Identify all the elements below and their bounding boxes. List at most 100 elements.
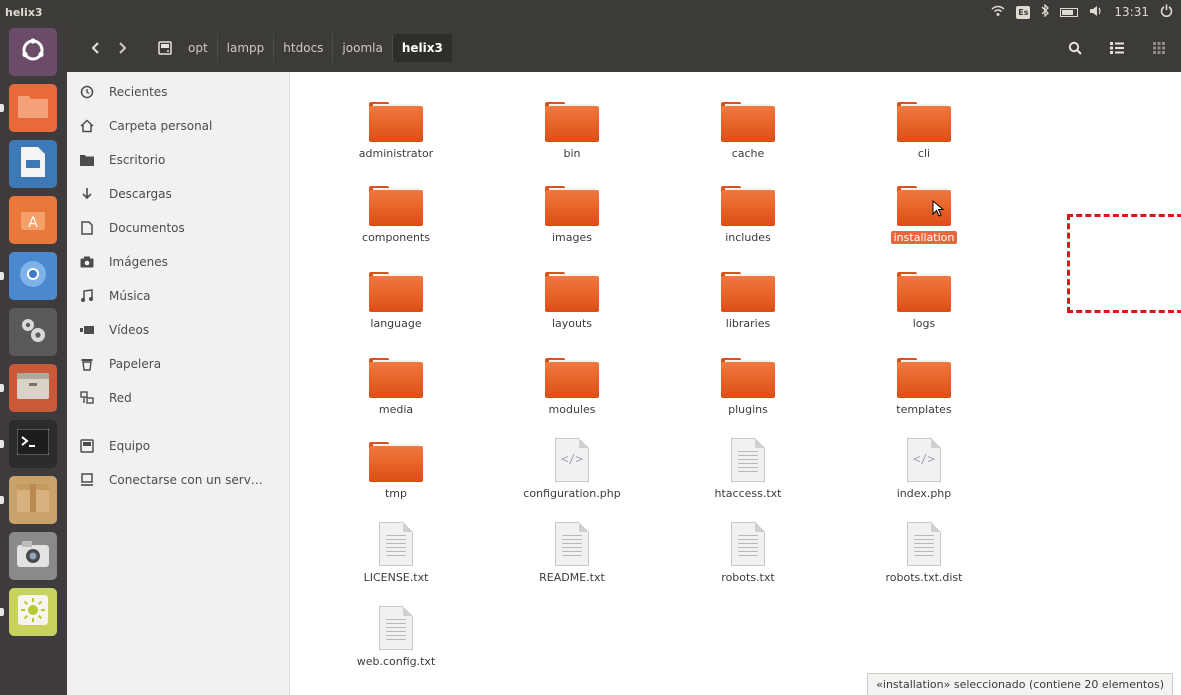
software-center-icon: A bbox=[19, 204, 47, 236]
text-file-icon bbox=[731, 522, 765, 566]
file-item[interactable]: LICENSE.txt bbox=[326, 520, 466, 604]
folder-item[interactable]: administrator bbox=[326, 96, 466, 180]
file-item[interactable]: web.config.txt bbox=[326, 604, 466, 688]
folder-item[interactable]: cli bbox=[854, 96, 994, 180]
folder-item[interactable]: installation bbox=[854, 180, 994, 264]
sidebar-item-conectarse-con-un-serv[interactable]: Conectarse con un serv… bbox=[79, 468, 263, 492]
sidebar-item-equipo[interactable]: Equipo bbox=[79, 434, 150, 458]
mouse-cursor-icon bbox=[932, 199, 945, 221]
power-icon[interactable] bbox=[1160, 4, 1173, 20]
breadcrumb-helix3[interactable]: helix3 bbox=[391, 34, 452, 62]
libreoffice-writer-launcher-button[interactable] bbox=[9, 140, 57, 188]
folder-item[interactable]: tmp bbox=[326, 436, 466, 520]
sidebar-item-red[interactable]: Red bbox=[79, 386, 132, 410]
sidebar-item-videos[interactable]: Vídeos bbox=[79, 318, 149, 342]
file-name-label: web.config.txt bbox=[356, 655, 436, 668]
file-name-label: libraries bbox=[725, 317, 771, 330]
back-button[interactable] bbox=[81, 34, 109, 62]
breadcrumb-opt[interactable]: opt bbox=[179, 34, 217, 62]
battery-icon[interactable] bbox=[1060, 7, 1079, 17]
launcher: A bbox=[0, 24, 67, 695]
file-item[interactable]: robots.txt.dist bbox=[854, 520, 994, 604]
file-name-label: logs bbox=[912, 317, 936, 330]
archive-manager-launcher-button[interactable] bbox=[9, 364, 57, 412]
folder-item[interactable]: bin bbox=[502, 96, 642, 180]
breadcrumb-lampp[interactable]: lampp bbox=[216, 34, 274, 62]
folder-item[interactable]: media bbox=[326, 352, 466, 436]
folder-icon bbox=[369, 272, 423, 312]
desktop-folder-icon bbox=[79, 152, 95, 168]
chromium-launcher-button[interactable] bbox=[9, 252, 57, 300]
sidebar-item-imagenes[interactable]: Imágenes bbox=[79, 250, 168, 274]
running-indicator bbox=[0, 272, 4, 280]
file-name-label: htaccess.txt bbox=[714, 487, 782, 500]
forward-button[interactable] bbox=[109, 34, 137, 62]
folder-icon bbox=[369, 358, 423, 398]
drive-icon[interactable] bbox=[151, 34, 179, 62]
sidebar-item-papelera[interactable]: Papelera bbox=[79, 352, 161, 376]
folder-item[interactable]: includes bbox=[678, 180, 818, 264]
folder-icon bbox=[545, 186, 599, 226]
folder-item[interactable]: language bbox=[326, 266, 466, 350]
grid-view-button[interactable] bbox=[1145, 34, 1173, 62]
file-item[interactable]: htaccess.txt bbox=[678, 436, 818, 520]
video-icon bbox=[79, 322, 95, 338]
package-icon bbox=[17, 484, 49, 516]
folder-item[interactable]: plugins bbox=[678, 352, 818, 436]
search-button[interactable] bbox=[1061, 34, 1089, 62]
file-name-label: cache bbox=[731, 147, 765, 160]
breadcrumb-joomla[interactable]: joomla bbox=[332, 34, 391, 62]
sidebar-item-musica[interactable]: Música bbox=[79, 284, 151, 308]
folder-item[interactable]: logs bbox=[854, 266, 994, 350]
camera-icon bbox=[17, 541, 49, 571]
file-item[interactable]: README.txt bbox=[502, 520, 642, 604]
system-settings-launcher-button[interactable] bbox=[9, 308, 57, 356]
sidebar-item-recientes[interactable]: Recientes bbox=[79, 80, 167, 104]
server-icon bbox=[79, 472, 95, 488]
file-item[interactable]: </> configuration.php bbox=[502, 436, 642, 520]
libreoffice-writer-icon bbox=[21, 147, 45, 181]
archive-manager-icon bbox=[17, 373, 49, 403]
brightness-icon bbox=[18, 595, 48, 629]
list-view-button[interactable] bbox=[1103, 34, 1131, 62]
bluetooth-icon[interactable] bbox=[1041, 3, 1050, 20]
sidebar-item-escritorio[interactable]: Escritorio bbox=[79, 148, 165, 172]
chevron-right-icon bbox=[119, 42, 127, 54]
volume-icon[interactable] bbox=[1089, 5, 1103, 20]
breadcrumb-htdocs[interactable]: htdocs bbox=[273, 34, 332, 62]
ubuntu-dash-launcher-button[interactable] bbox=[9, 28, 57, 76]
terminal-launcher-button[interactable] bbox=[9, 420, 57, 468]
wifi-icon[interactable] bbox=[991, 5, 1005, 20]
folder-item[interactable]: libraries bbox=[678, 266, 818, 350]
file-item[interactable]: robots.txt bbox=[678, 520, 818, 604]
files-launcher-button[interactable] bbox=[9, 84, 57, 132]
folder-item[interactable]: layouts bbox=[502, 266, 642, 350]
camera-launcher-button[interactable] bbox=[9, 532, 57, 580]
grid-view-icon bbox=[1153, 42, 1165, 54]
clock-icon bbox=[79, 84, 95, 100]
sidebar-item-carpeta-personal[interactable]: Carpeta personal bbox=[79, 114, 212, 138]
sidebar-item-documentos[interactable]: Documentos bbox=[79, 216, 185, 240]
folder-item[interactable]: templates bbox=[854, 352, 994, 436]
file-name-label: includes bbox=[725, 231, 771, 244]
folder-item[interactable]: components bbox=[326, 180, 466, 264]
text-file-icon bbox=[731, 438, 765, 482]
running-indicator bbox=[0, 384, 4, 392]
top-panel: helix3 Es 13:31 bbox=[0, 0, 1181, 24]
sidebar-item-label: Descargas bbox=[109, 187, 172, 201]
keyboard-layout-icon[interactable]: Es bbox=[1016, 5, 1031, 19]
package-launcher-button[interactable] bbox=[9, 476, 57, 524]
sidebar-item-descargas[interactable]: Descargas bbox=[79, 182, 172, 206]
folder-item[interactable]: modules bbox=[502, 352, 642, 436]
text-file-icon bbox=[379, 606, 413, 650]
folder-item[interactable]: cache bbox=[678, 96, 818, 180]
file-item[interactable]: </> index.php bbox=[854, 436, 994, 520]
brightness-launcher-button[interactable] bbox=[9, 588, 57, 636]
file-name-label: robots.txt bbox=[721, 571, 775, 584]
highlight-box bbox=[1067, 214, 1181, 313]
folder-item[interactable]: images bbox=[502, 180, 642, 264]
code-file-icon: </> bbox=[555, 438, 589, 482]
clock-label[interactable]: 13:31 bbox=[1114, 5, 1149, 19]
file-name-label: README.txt bbox=[539, 571, 605, 584]
software-center-launcher-button[interactable]: A bbox=[9, 196, 57, 244]
